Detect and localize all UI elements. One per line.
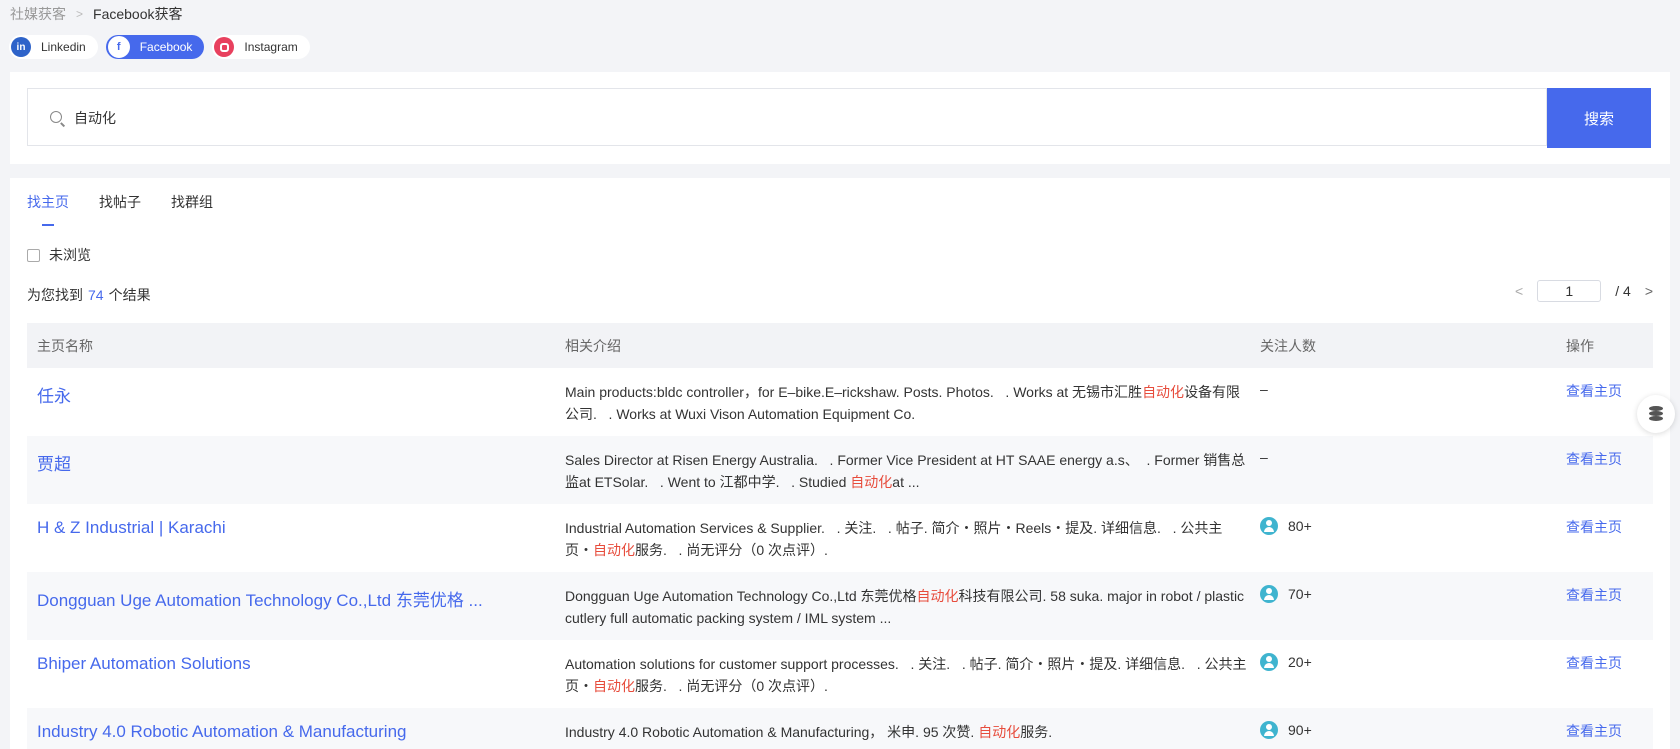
table-body: 任永 Main products:bldc controller，for E–bi… (27, 368, 1653, 749)
table-row: Bhiper Automation Solutions Automation so… (27, 640, 1653, 708)
page-name-link[interactable]: Bhiper Automation Solutions (27, 640, 565, 674)
tab-groups[interactable]: 找群组 (171, 192, 213, 226)
desc-text: Dongguan Uge Automation Technology Co.,L… (565, 588, 917, 604)
followers-count: 70+ (1288, 586, 1312, 602)
user-icon (1260, 653, 1278, 671)
chevron-right-icon[interactable]: > (1645, 283, 1653, 299)
view-page-link[interactable]: 查看主页 (1566, 436, 1653, 469)
breadcrumb-parent[interactable]: 社媒获客 (10, 4, 66, 24)
desc-text: 服务. (1020, 724, 1053, 740)
view-page-link[interactable]: 查看主页 (1566, 708, 1653, 741)
table-row: 任永 Main products:bldc controller，for E–bi… (27, 368, 1653, 436)
database-icon (1649, 406, 1663, 422)
result-count-number: 74 (88, 287, 104, 303)
followers-count: – (1260, 381, 1268, 397)
desc-keyword-highlight: 自动化 (978, 724, 1021, 740)
page-name-link[interactable]: Industry 4.0 Robotic Automation & Manufa… (27, 708, 565, 742)
facebook-icon: f (107, 36, 130, 58)
header-desc: 相关介绍 (565, 337, 621, 354)
unviewed-filter: 未浏览 (27, 245, 91, 265)
result-count-prefix: 为您找到 (27, 287, 83, 303)
desc-text: at ... (892, 474, 920, 490)
platform-chip-facebook[interactable]: f Facebook (105, 35, 205, 59)
tab-pages[interactable]: 找主页 (27, 192, 69, 226)
search-box (27, 88, 1547, 147)
page: 社媒获客 > Facebook获客 in Linkedin f Facebook… (0, 0, 1680, 749)
user-icon (1260, 517, 1278, 535)
platform-switcher: in Linkedin f Facebook Instagram (9, 35, 310, 59)
platform-label: Facebook (139, 40, 193, 54)
unviewed-label: 未浏览 (49, 247, 91, 263)
desc-keyword-highlight: 自动化 (593, 678, 635, 694)
breadcrumb-current: Facebook获客 (93, 6, 183, 22)
unviewed-checkbox[interactable] (27, 248, 40, 262)
desc-text: Main products:bldc controller，for E–bike… (565, 384, 1143, 400)
followers-count: 90+ (1288, 722, 1312, 738)
desc-keyword-highlight: 自动化 (593, 542, 635, 558)
desc-text: 服务. . 尚无评分（0 次点评）. (635, 542, 828, 558)
table-row: Dongguan Uge Automation Technology Co.,L… (27, 572, 1653, 640)
linkedin-icon: in (11, 37, 31, 57)
desc-keyword-highlight: 自动化 (850, 474, 893, 490)
page-total: / 4 (1615, 283, 1631, 299)
platform-label: Instagram (244, 40, 298, 54)
view-page-link[interactable]: 查看主页 (1566, 640, 1653, 673)
page-description: Industry 4.0 Robotic Automation & Manufa… (565, 708, 1260, 743)
search-panel: 搜索 (10, 72, 1670, 164)
search-type-tabs: 找主页 找帖子 找群组 (27, 192, 213, 226)
results-table: 主页名称 相关介绍 关注人数 操作 任永 Main products:bldc c… (27, 323, 1653, 749)
platform-label: Linkedin (41, 40, 86, 54)
desc-keyword-highlight: 自动化 (1142, 384, 1185, 400)
tab-posts[interactable]: 找帖子 (99, 192, 141, 226)
followers-count: 80+ (1288, 518, 1312, 534)
header-action: 操作 (1566, 337, 1594, 354)
view-page-link[interactable]: 查看主页 (1566, 572, 1653, 605)
breadcrumb: 社媒获客 > Facebook获客 (10, 4, 183, 24)
floating-database-button[interactable] (1637, 395, 1675, 433)
desc-keyword-highlight: 自动化 (916, 588, 959, 604)
followers-cell: – (1260, 368, 1566, 397)
table-header: 主页名称 相关介绍 关注人数 操作 (27, 323, 1653, 368)
page-name-link[interactable]: 任永 (27, 368, 565, 407)
followers-cell: 70+ (1260, 572, 1566, 603)
results-panel: 找主页 找帖子 找群组 未浏览 为您找到 74个结果 < / 4 > 主页名称 相… (10, 178, 1670, 749)
instagram-icon (214, 37, 235, 57)
view-page-link[interactable]: 查看主页 (1566, 504, 1653, 537)
user-icon (1260, 721, 1278, 739)
view-page-link[interactable]: 查看主页 (1566, 368, 1653, 401)
page-number-input[interactable] (1537, 280, 1602, 302)
followers-cell: 20+ (1260, 640, 1566, 671)
desc-text: 服务. . 尚无评分（0 次点评）. (635, 678, 828, 694)
search-icon (50, 111, 62, 123)
search-button[interactable]: 搜索 (1547, 88, 1651, 148)
followers-cell: 90+ (1260, 708, 1566, 739)
user-icon (1260, 585, 1278, 603)
followers-count: – (1260, 449, 1268, 465)
page-description: Sales Director at Risen Energy Australia… (565, 436, 1260, 493)
result-count: 为您找到 74 个结果 (27, 285, 151, 305)
pagination: < / 4 > (1501, 280, 1653, 302)
table-row: Industry 4.0 Robotic Automation & Manufa… (27, 708, 1653, 749)
followers-count: 20+ (1288, 654, 1312, 670)
page-name-link[interactable]: 贾超 (27, 436, 565, 475)
page-description: Automation solutions for customer suppor… (565, 640, 1260, 697)
followers-cell: – (1260, 436, 1566, 465)
chevron-right-icon: > (76, 7, 84, 21)
table-row: 贾超 Sales Director at Risen Energy Austral… (27, 436, 1653, 504)
result-count-suffix: 个结果 (108, 287, 151, 303)
page-description: Dongguan Uge Automation Technology Co.,L… (565, 572, 1260, 629)
followers-cell: 80+ (1260, 504, 1566, 535)
header-name: 主页名称 (37, 337, 93, 354)
desc-text: Industry 4.0 Robotic Automation & Manufa… (565, 724, 979, 740)
page-description: Industrial Automation Services & Supplie… (565, 504, 1260, 561)
chevron-left-icon[interactable]: < (1515, 283, 1523, 299)
header-followers: 关注人数 (1260, 337, 1316, 354)
table-row: H & Z Industrial | Karachi Industrial Aut… (27, 504, 1653, 572)
platform-chip-linkedin[interactable]: in Linkedin (9, 35, 98, 59)
platform-chip-instagram[interactable]: Instagram (212, 35, 310, 59)
search-input[interactable] (72, 89, 1476, 147)
page-description: Main products:bldc controller，for E–bike… (565, 368, 1260, 425)
page-name-link[interactable]: Dongguan Uge Automation Technology Co.,L… (27, 572, 565, 611)
page-name-link[interactable]: H & Z Industrial | Karachi (27, 504, 565, 538)
